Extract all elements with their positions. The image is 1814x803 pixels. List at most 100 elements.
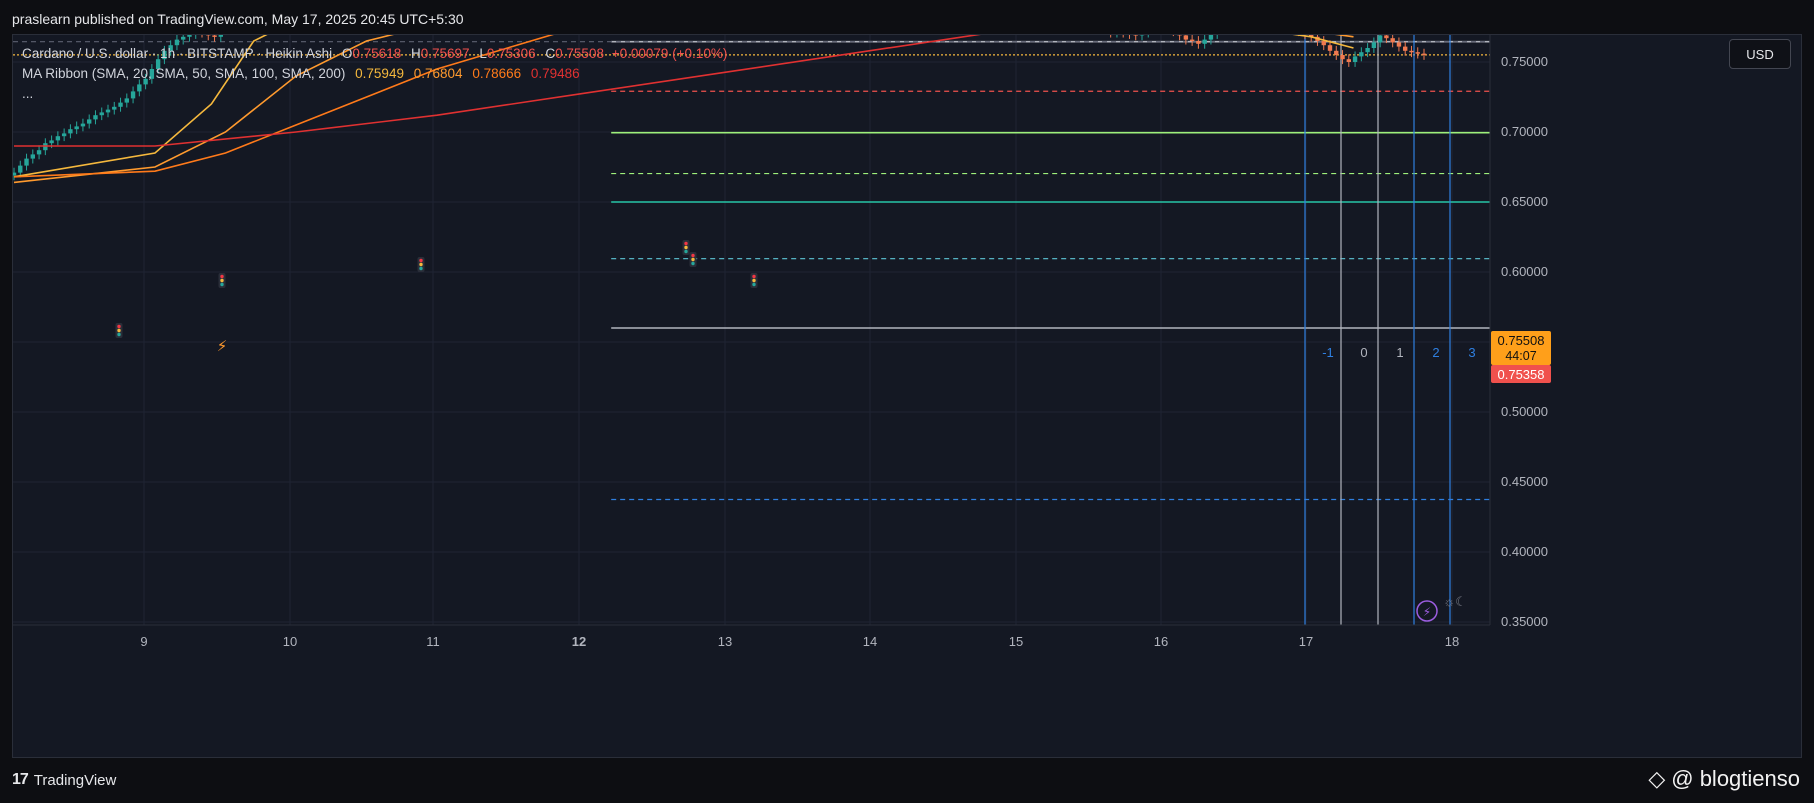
- candle-body: [262, 0, 266, 3]
- watermark: ◇ @ blogtienso: [1648, 766, 1800, 792]
- traffic-light-red: [220, 274, 224, 279]
- tradingview-logo[interactable]: 17 TradingView: [12, 771, 116, 789]
- x-tick-label: 16: [1154, 634, 1168, 649]
- candle-body: [1240, 20, 1244, 22]
- candle-body: [1077, 12, 1081, 16]
- candle-body: [350, 10, 354, 12]
- traffic-light-icon: [218, 273, 226, 288]
- candle-body: [49, 140, 54, 144]
- candle-body: [1346, 59, 1351, 62]
- candle-body: [1058, 0, 1062, 2]
- candle-body: [61, 133, 67, 137]
- candle-body: [344, 10, 348, 13]
- candle-body: [313, 16, 317, 19]
- lightning-circle-icon: ⚡: [1416, 600, 1438, 622]
- candle-body: [1234, 21, 1238, 23]
- candle-body: [1296, 28, 1300, 31]
- candle-body: [124, 98, 129, 103]
- x-tick-label: 18: [1445, 634, 1459, 649]
- candle-body: [130, 91, 136, 99]
- candle-body: [1102, 27, 1106, 30]
- currency-button[interactable]: USD: [1729, 39, 1791, 69]
- traffic-light-icon: [682, 240, 690, 255]
- candle-body: [225, 9, 229, 27]
- traffic-light-icon: [115, 323, 123, 338]
- traffic-light-green: [220, 282, 224, 287]
- legend-more[interactable]: ...: [22, 86, 33, 101]
- ma200-value: 0.75358: [1498, 367, 1545, 382]
- candle-body: [1065, 2, 1069, 8]
- candle-body: [1290, 26, 1294, 29]
- traffic-light-red: [752, 274, 756, 279]
- y-tick-label: 0.60000: [1501, 264, 1548, 279]
- candle-body: [363, 2, 367, 6]
- y-tick-label: 0.35000: [1501, 614, 1548, 629]
- last-price-value: 0.75508: [1498, 333, 1545, 348]
- ma-value-3: 0.78666: [472, 66, 522, 81]
- candle-body: [1334, 50, 1339, 55]
- candle-body: [218, 35, 223, 37]
- candle-body: [1108, 30, 1112, 33]
- y-tick-label: 0.50000: [1501, 404, 1548, 419]
- fib-time-zone-label: 2: [1432, 345, 1439, 360]
- candle-body: [1396, 42, 1402, 47]
- traffic-light-icon: [750, 273, 758, 288]
- ma-line: [13, 35, 554, 178]
- traffic-light-red: [419, 258, 423, 263]
- footer: 17 TradingView ◇ @ blogtienso: [0, 760, 1814, 803]
- candle-body: [74, 126, 79, 130]
- ma-ribbon-legend: MA Ribbon (SMA, 20, SMA, 50, SMA, 100, S…: [22, 66, 580, 81]
- traffic-light-green: [752, 282, 756, 287]
- candle-body: [68, 129, 73, 134]
- bar-countdown: 44:07: [1505, 349, 1536, 363]
- traffic-light-yellow: [752, 278, 756, 283]
- x-tick-label: 9: [140, 634, 147, 649]
- ma-value-1: 0.75949: [355, 66, 404, 81]
- legend-more-dots[interactable]: ...: [22, 86, 33, 101]
- traffic-light-green: [117, 332, 121, 337]
- candle-body: [231, 0, 235, 9]
- candle-body: [1327, 45, 1333, 51]
- fib-time-zone-label: 3: [1468, 345, 1475, 360]
- candle-body: [1265, 23, 1269, 25]
- candle-body: [1133, 35, 1138, 36]
- y-tick-label: 0.45000: [1501, 474, 1548, 489]
- candle-body: [1165, 21, 1169, 27]
- theme-toggle-icon: ☼☾: [1443, 594, 1467, 609]
- y-tick-label: 0.65000: [1501, 194, 1548, 209]
- candle-body: [1096, 24, 1100, 27]
- price-chart[interactable]: ⚡0.350000.400000.450000.500000.550000.60…: [0, 0, 1814, 803]
- candle-body: [181, 36, 186, 40]
- ohlc-low-value: 0.75306: [486, 46, 536, 61]
- traffic-light-yellow: [684, 245, 688, 250]
- fib-time-zone-label: -1: [1322, 345, 1334, 360]
- candle-body: [1259, 23, 1263, 25]
- candle-body: [1208, 35, 1214, 40]
- candle-body: [1152, 17, 1156, 23]
- candle-body: [93, 115, 98, 120]
- candle-body: [1359, 52, 1364, 57]
- candle-body: [36, 150, 42, 155]
- traffic-light-green: [684, 249, 688, 254]
- ohlc-high: H0.75697: [411, 46, 470, 61]
- last-price-tag: 0.7550844:07: [1491, 331, 1551, 365]
- candle-body: [325, 14, 329, 16]
- traffic-light-green: [691, 261, 695, 266]
- candle-body: [1409, 50, 1414, 53]
- candle-body: [13, 172, 17, 176]
- candle-body: [1415, 52, 1420, 54]
- traffic-light-green: [419, 266, 423, 271]
- candle-body: [174, 39, 180, 46]
- candle-body: [1177, 35, 1182, 36]
- candle-body: [770, 0, 774, 3]
- candle-body: [281, 16, 285, 19]
- candle-body: [1215, 30, 1219, 34]
- candle-body: [24, 158, 29, 166]
- ohlc-close: C0.75508: [545, 46, 604, 61]
- candle-body: [331, 16, 335, 17]
- ohlc-open-label: O: [341, 46, 353, 61]
- candle-body: [544, 0, 548, 3]
- ma-value-4: 0.79486: [530, 66, 580, 81]
- candle-body: [294, 17, 298, 19]
- ohlc-open: O0.75618: [342, 46, 401, 61]
